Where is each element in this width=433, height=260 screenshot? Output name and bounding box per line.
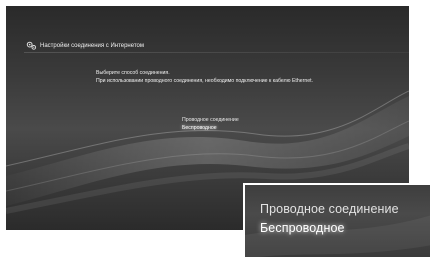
option-wireless[interactable]: Беспроводное — [182, 125, 239, 133]
zoom-inset: Проводное соединение Беспроводное — [243, 183, 430, 257]
instruction-line-1: Выберите способ соединения. — [96, 70, 170, 76]
settings-gear-icon — [26, 41, 37, 50]
zoom-option-wired: Проводное соединение — [260, 202, 399, 216]
zoom-option-wireless: Беспроводное — [260, 221, 345, 235]
header-divider — [24, 52, 409, 53]
instruction-text: Выберите способ соединения. При использо… — [96, 69, 313, 85]
option-wired[interactable]: Проводное соединение — [182, 117, 239, 125]
screen-header: Настройки соединения с Интернетом — [26, 40, 144, 51]
instruction-line-2: При использовании проводного соединения,… — [96, 78, 313, 84]
page-title: Настройки соединения с Интернетом — [40, 42, 145, 49]
connection-menu: Проводное соединение Беспроводное — [182, 117, 239, 132]
